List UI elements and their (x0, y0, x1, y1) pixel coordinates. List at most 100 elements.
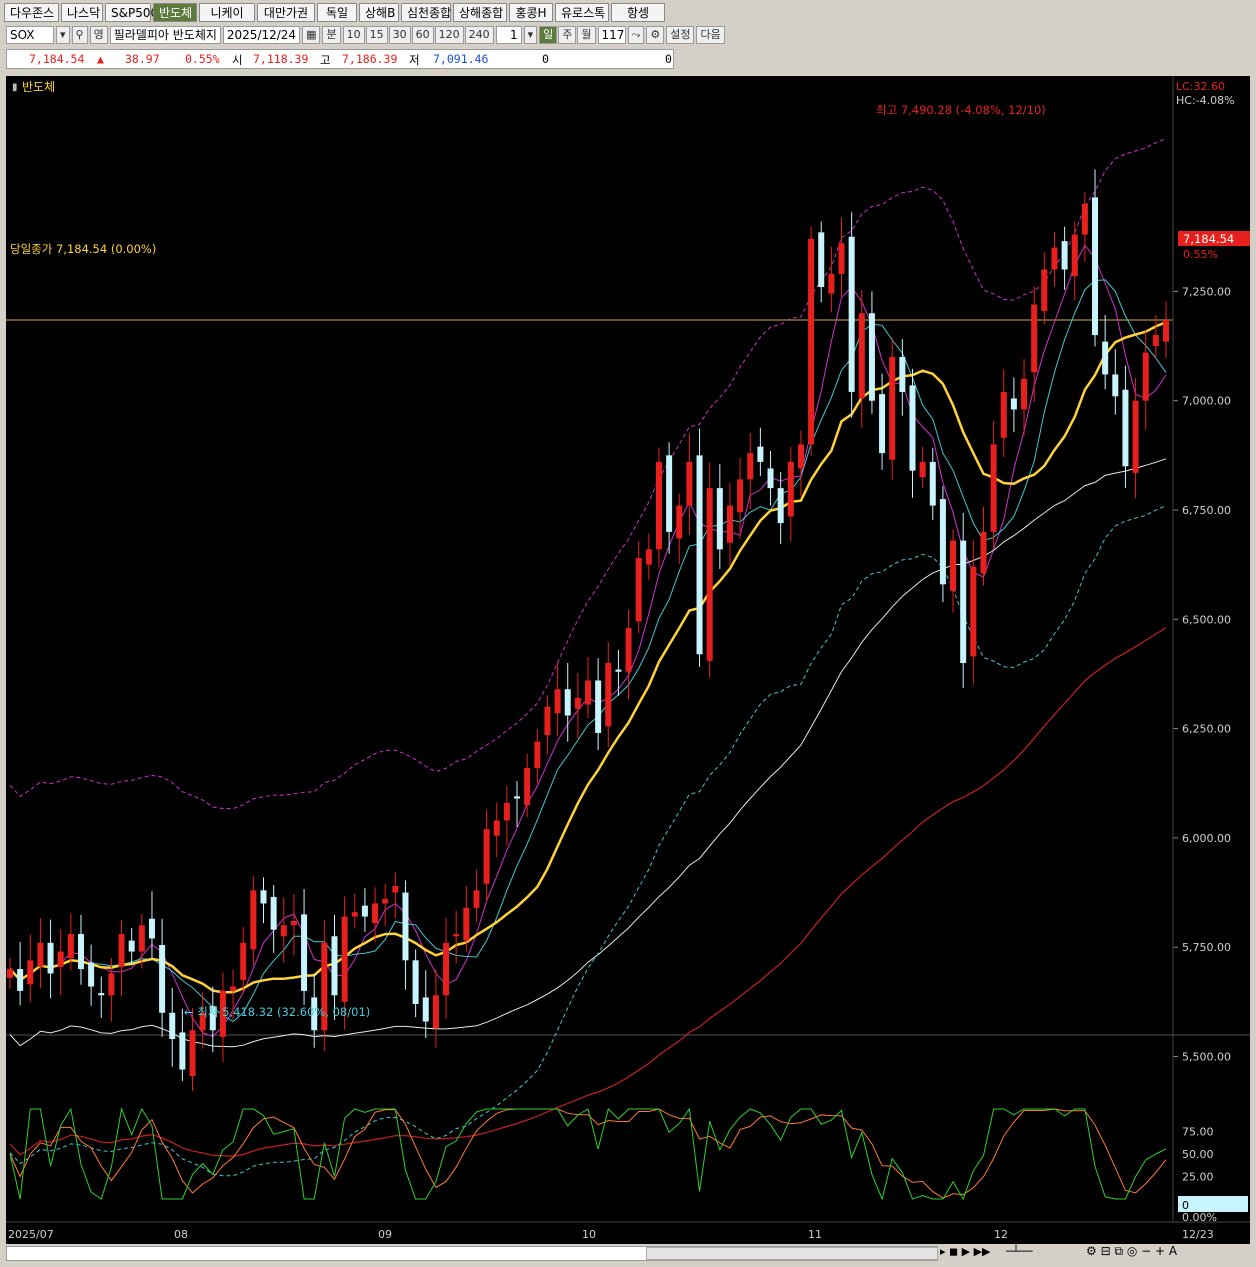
low-label: 저 (409, 53, 420, 67)
interval-60[interactable]: 60 (411, 26, 434, 44)
candle-up (1051, 247, 1058, 270)
high-annotation: 최고 7,490.28 (-4.08%, 12/10) (876, 103, 1046, 117)
search-icon[interactable]: ⚲ (71, 26, 88, 44)
candle-down (1092, 197, 1099, 336)
tab-3[interactable]: 반도체 (153, 3, 197, 22)
candle-up (1031, 304, 1038, 373)
candle-up (970, 566, 977, 657)
count-spin-icon[interactable]: ▾ (523, 26, 538, 44)
symbol-input[interactable]: SOX (6, 26, 54, 44)
eng-toggle[interactable]: 영 (89, 26, 108, 44)
chart-toolbar: SOX ▾ ⚲ 영 필라델피아 반도체지 2025/12/24 ▦ 분 10 15… (6, 25, 725, 45)
bars-input[interactable]: 117 (597, 26, 626, 44)
candle-up (635, 558, 642, 622)
settings-button[interactable]: 설정 (666, 26, 695, 44)
x-axis-label: 10 (582, 1228, 596, 1241)
interval-10[interactable]: 10 (342, 26, 365, 44)
period-buttons: 일주월 (539, 26, 596, 44)
candle-up (645, 549, 652, 565)
candle-up (67, 934, 74, 959)
candle-down (179, 1032, 186, 1070)
candle-up (138, 925, 145, 952)
candle-down (422, 997, 429, 1022)
chart-type-icon[interactable]: ⤳ (627, 26, 645, 44)
settings-icon[interactable]: ⚙ (646, 26, 665, 44)
period-일[interactable]: 일 (539, 26, 558, 44)
tab-0[interactable]: 다우존스 (4, 3, 59, 22)
interval-15[interactable]: 15 (365, 26, 388, 44)
candle-down (128, 940, 135, 952)
candle-up (118, 934, 125, 967)
candle-down (260, 890, 267, 904)
candle-up (838, 243, 845, 274)
tab-9[interactable]: 상해종합 (453, 3, 507, 22)
candle-down (1102, 341, 1109, 375)
tab-4[interactable]: 니케이 (199, 3, 255, 22)
tab-12[interactable]: 항셍 (611, 3, 665, 22)
tab-6[interactable]: 독일 (317, 3, 357, 22)
candle-up (189, 1030, 196, 1077)
scrollbar-thumb[interactable] (646, 1247, 938, 1260)
sub-value-pct: 0.00% (1182, 1211, 1217, 1224)
calendar-icon[interactable]: ▦ (302, 26, 321, 44)
candle-up (280, 925, 287, 937)
candle-up (747, 453, 754, 480)
candle-up (290, 920, 297, 926)
candle-up (797, 444, 804, 469)
candlestick-chart[interactable]: 7,250.00 7,000.00 6,750.00 6,500.00 6,250.00… (6, 76, 1250, 1244)
candle-up (382, 899, 389, 904)
candle-down (909, 385, 916, 471)
slow-stoch-line (9, 1108, 1167, 1199)
minute-button[interactable]: 분 (322, 26, 341, 44)
candle-up (889, 356, 896, 460)
x-axis-label: 09 (378, 1228, 392, 1241)
candle-down (270, 896, 277, 930)
tab-2[interactable]: S&P500 (105, 3, 158, 22)
candle-up (351, 912, 358, 917)
period-월[interactable]: 월 (577, 26, 596, 44)
candle-up (1152, 335, 1159, 347)
quote-change: 38.97 (125, 52, 160, 66)
symbol-dropdown-icon[interactable]: ▾ (56, 26, 70, 44)
price-chart-panel[interactable]: 7,250.00 7,000.00 6,750.00 6,500.00 6,250.00… (6, 76, 1250, 1244)
tab-11[interactable]: 유로스톡 (555, 3, 609, 22)
period-주[interactable]: 주 (558, 26, 577, 44)
y-tick-label: 5,750.00 (1182, 941, 1231, 954)
candle-down (77, 934, 84, 970)
tab-10[interactable]: 홍콩H (509, 3, 553, 22)
scroll-bar[interactable]: ▸ ◼ ▶ ▶▶ ─┴── ⚙ ⊟ ⧉ ◎ − + A (6, 1244, 1250, 1262)
candle-down (929, 461, 936, 506)
candle-up (250, 890, 257, 950)
candle-down (939, 499, 946, 585)
sub-y-tick-label: 25.00 (1182, 1171, 1214, 1184)
interval-120[interactable]: 120 (434, 26, 464, 44)
candle-down (595, 680, 602, 733)
candle-up (686, 461, 693, 506)
ma10-line (9, 279, 1167, 1023)
candle-up (625, 628, 632, 672)
candle-down (564, 689, 571, 716)
date-input[interactable]: 2025/12/24 (222, 26, 301, 44)
candle-up (463, 907, 470, 941)
candle-down (159, 944, 166, 1013)
tab-8[interactable]: 심천종합 (401, 3, 451, 22)
quote-low: 7,091.46 (433, 52, 489, 66)
candle-up (37, 942, 44, 967)
tab-1[interactable]: 나스닥 (61, 3, 103, 22)
interval-30[interactable]: 30 (388, 26, 411, 44)
tab-5[interactable]: 대만가권 (257, 3, 315, 22)
chart-title: 반도체 (22, 80, 55, 94)
interval-240[interactable]: 240 (464, 26, 494, 44)
count-input[interactable]: 1 (495, 26, 522, 44)
tab-7[interactable]: 상해B (359, 3, 399, 22)
price-tag: 7,184.54 (1183, 232, 1234, 246)
candle-up (453, 934, 460, 937)
scroll-controls-icon[interactable]: ▸ ◼ ▶ ▶▶ (940, 1245, 991, 1258)
zoom-tools-icon[interactable]: ⚙ ⊟ ⧉ ◎ − + A (1086, 1244, 1177, 1259)
candle-up (828, 273, 835, 294)
candle-down (1122, 389, 1129, 467)
zoom-slider-icon[interactable]: ─┴── (1006, 1245, 1033, 1258)
candle-down (1061, 241, 1068, 270)
next-button[interactable]: 다음 (696, 26, 725, 44)
candle-up (341, 916, 348, 1002)
